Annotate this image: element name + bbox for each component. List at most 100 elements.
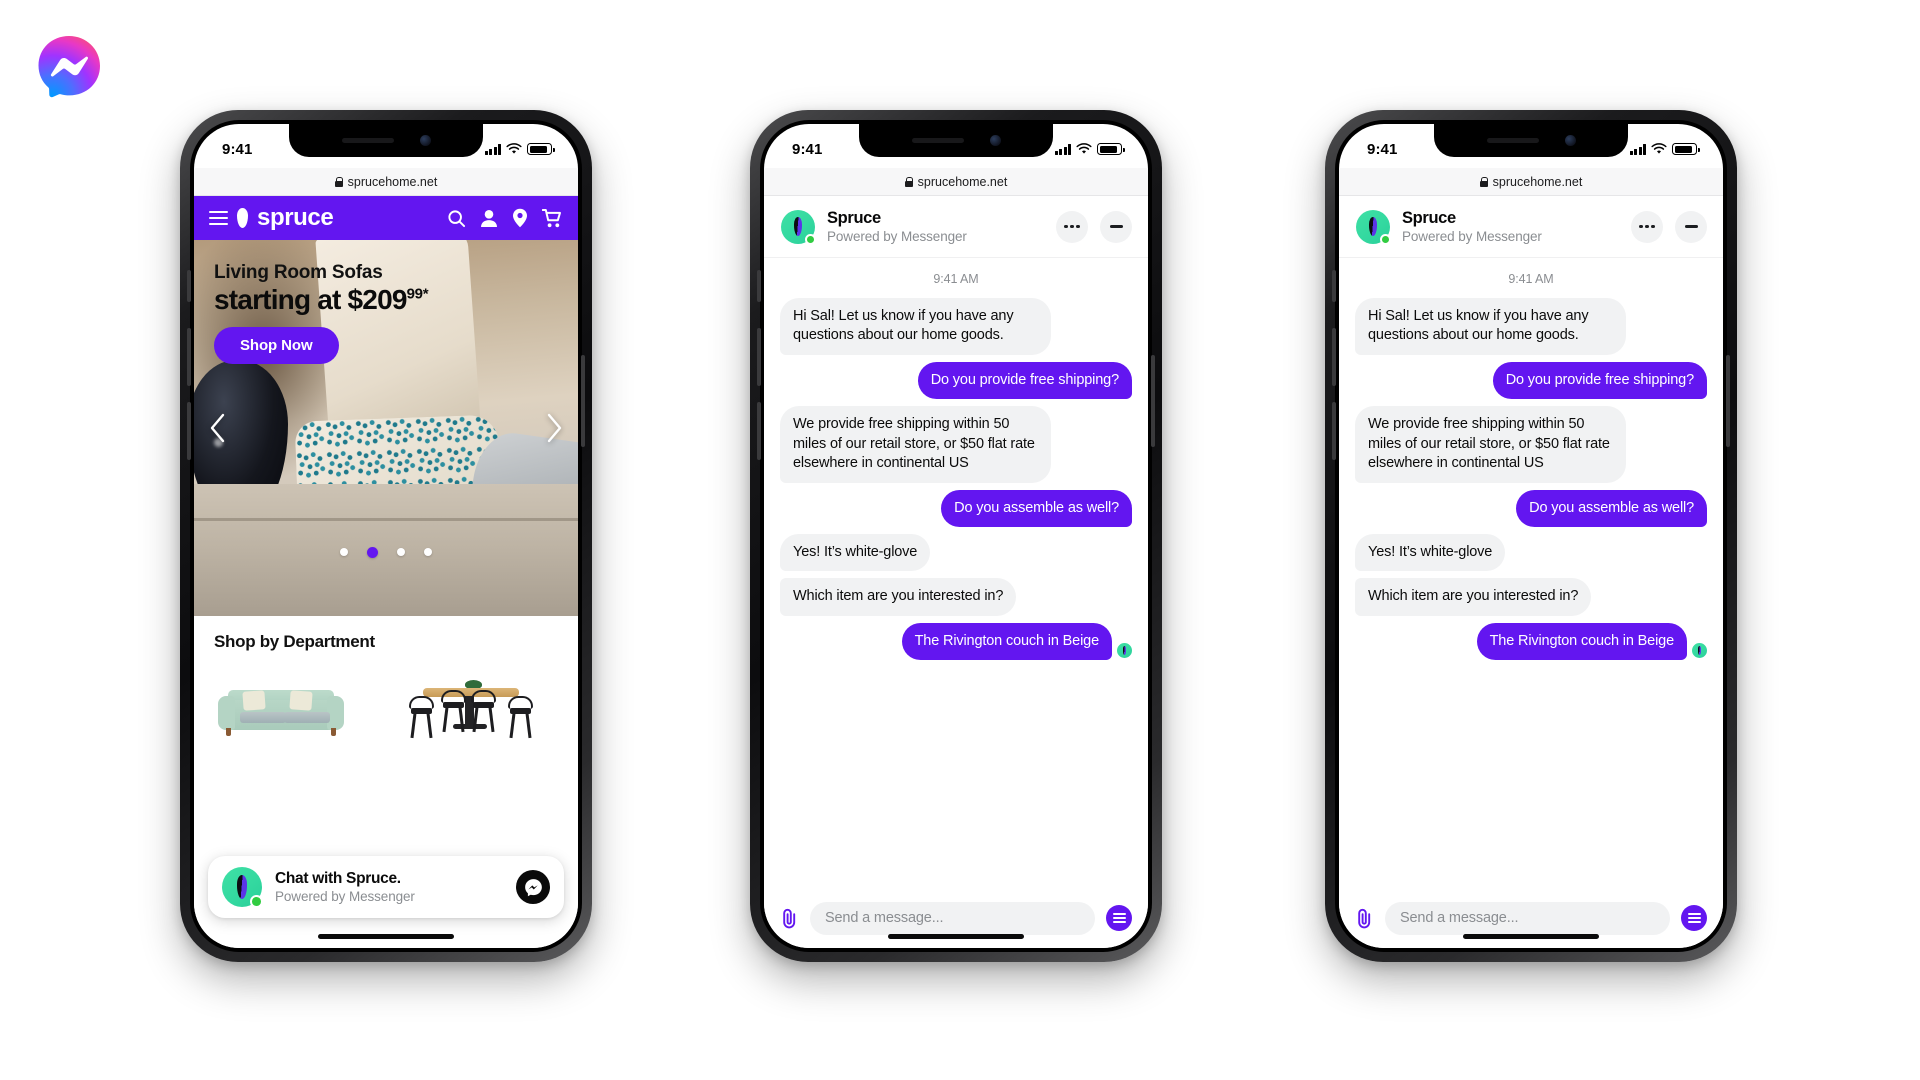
messenger-logo xyxy=(36,34,102,100)
signal-bars-icon xyxy=(1629,143,1646,155)
spruce-avatar xyxy=(222,867,263,908)
volume-up-button[interactable] xyxy=(757,328,761,386)
spruce-wordmark: spruce xyxy=(257,204,334,231)
status-time: 9:41 xyxy=(1367,140,1398,158)
lock-icon xyxy=(334,176,343,187)
wifi-icon xyxy=(506,143,522,154)
message-row: Do you assemble as well? xyxy=(1355,489,1707,527)
volume-down-button[interactable] xyxy=(187,402,191,460)
online-status-dot xyxy=(250,895,263,908)
message-row: Yes! It’s white-glove xyxy=(780,533,1132,572)
chat-card-title: Chat with Spruce. xyxy=(275,870,401,887)
message-bubble: Hi Sal! Let us know if you have any ques… xyxy=(780,298,1052,355)
message-bubble: We provide free shipping within 50 miles… xyxy=(780,406,1052,483)
message-bubble: Yes! It’s white-glove xyxy=(780,533,931,572)
signal-bars-icon xyxy=(1054,143,1071,155)
shop-now-button[interactable]: Shop Now xyxy=(214,327,339,365)
message-row: Do you assemble as well? xyxy=(780,489,1132,527)
shopping-cart-icon[interactable] xyxy=(542,208,562,228)
message-row: We provide free shipping within 50 miles… xyxy=(1355,406,1707,483)
message-input[interactable] xyxy=(1385,901,1670,935)
online-status-dot xyxy=(1380,233,1391,245)
hero-price-main: starting at $209 xyxy=(214,284,407,315)
browser-url-bar[interactable]: sprucehome.net xyxy=(194,168,578,196)
dining-set-product-image[interactable] xyxy=(399,668,558,740)
volume-down-button[interactable] xyxy=(757,402,761,460)
message-row: Which item are you interested in? xyxy=(1355,578,1707,616)
battery-icon xyxy=(1672,143,1700,155)
power-button[interactable] xyxy=(581,355,585,447)
more-options-icon[interactable] xyxy=(1056,210,1088,243)
message-input[interactable] xyxy=(810,901,1095,935)
account-icon[interactable] xyxy=(480,209,498,228)
search-icon[interactable] xyxy=(447,209,466,228)
message-row: Yes! It’s white-glove xyxy=(1355,533,1707,572)
messenger-icon[interactable] xyxy=(516,870,550,904)
message-bubble: Do you assemble as well? xyxy=(1516,489,1707,527)
seen-receipt-avatar xyxy=(1117,643,1132,659)
notch xyxy=(289,124,483,157)
carousel-next-button[interactable] xyxy=(544,412,564,444)
power-button[interactable] xyxy=(1726,355,1730,447)
url-text: sprucehome.net xyxy=(1492,174,1583,189)
chat-subtitle: Powered by Messenger xyxy=(827,229,967,244)
message-bubble: The Rivington couch in Beige xyxy=(1476,622,1687,661)
wifi-icon xyxy=(1651,143,1667,154)
message-row: The Rivington couch in Beige xyxy=(1355,622,1707,661)
carousel-dot[interactable] xyxy=(424,548,432,556)
hero-carousel: Living Room Sofas starting at $20999* Sh… xyxy=(194,240,578,616)
hamburger-menu-icon[interactable] xyxy=(209,211,228,225)
message-composer xyxy=(764,888,1148,948)
notch xyxy=(1434,124,1628,157)
message-row: We provide free shipping within 50 miles… xyxy=(780,406,1132,483)
silent-switch[interactable] xyxy=(1332,270,1336,302)
message-bubble: Hi Sal! Let us know if you have any ques… xyxy=(1355,298,1627,355)
shop-by-department-section: Shop by Department Chat with Spruce. Pow… xyxy=(194,616,578,948)
front-camera xyxy=(989,135,1001,146)
front-camera xyxy=(1564,135,1576,146)
thread-timestamp: 9:41 AM xyxy=(933,272,979,286)
lock-icon xyxy=(904,176,913,187)
location-pin-icon[interactable] xyxy=(512,208,528,228)
sofa-product-image[interactable] xyxy=(214,668,373,740)
chat-subtitle: Powered by Messenger xyxy=(1402,229,1542,244)
carousel-prev-button[interactable] xyxy=(208,412,228,444)
silent-switch[interactable] xyxy=(187,270,191,302)
site-navigation-bar: spruce xyxy=(194,196,578,240)
phone-chat-secondary: 9:41 sprucehome.net Spruce Powered by Me… xyxy=(1325,110,1737,962)
paperclip-icon[interactable] xyxy=(1355,908,1374,929)
carousel-dot[interactable] xyxy=(397,548,405,556)
carousel-dot[interactable] xyxy=(340,548,348,556)
volume-down-button[interactable] xyxy=(1332,402,1336,460)
chat-card-subtitle: Powered by Messenger xyxy=(275,889,415,904)
silent-switch[interactable] xyxy=(757,270,761,302)
volume-up-button[interactable] xyxy=(187,328,191,386)
volume-up-button[interactable] xyxy=(1332,328,1336,386)
minimize-icon[interactable] xyxy=(1100,210,1132,243)
browser-url-bar[interactable]: sprucehome.net xyxy=(1339,168,1723,196)
phone-chat-primary: 9:41 sprucehome.net Spruce Powered by Me… xyxy=(750,110,1162,962)
battery-icon xyxy=(1097,143,1125,155)
seen-receipt-avatar xyxy=(1692,643,1707,659)
url-text: sprucehome.net xyxy=(347,174,438,189)
message-row: Hi Sal! Let us know if you have any ques… xyxy=(780,298,1132,355)
message-row: Which item are you interested in? xyxy=(780,578,1132,616)
more-options-icon[interactable] xyxy=(1631,210,1663,243)
paperclip-icon[interactable] xyxy=(780,908,799,929)
browser-url-bar[interactable]: sprucehome.net xyxy=(764,168,1148,196)
chat-with-spruce-card[interactable]: Chat with Spruce. Powered by Messenger xyxy=(208,856,564,918)
earpiece-speaker xyxy=(341,138,394,143)
message-bubble: Which item are you interested in? xyxy=(780,578,1017,616)
carousel-dot-active[interactable] xyxy=(367,546,378,558)
message-bubble: The Rivington couch in Beige xyxy=(901,622,1112,661)
message-row: Do you provide free shipping? xyxy=(1355,361,1707,400)
menu-icon[interactable] xyxy=(1106,905,1132,931)
menu-icon[interactable] xyxy=(1681,905,1707,931)
power-button[interactable] xyxy=(1151,355,1155,447)
message-bubble: Do you assemble as well? xyxy=(941,489,1132,527)
minimize-icon[interactable] xyxy=(1675,210,1707,243)
message-row: The Rivington couch in Beige xyxy=(780,622,1132,661)
chat-header: Spruce Powered by Messenger xyxy=(1339,196,1723,258)
lock-icon xyxy=(1479,176,1488,187)
spruce-leaf-icon xyxy=(237,208,248,228)
